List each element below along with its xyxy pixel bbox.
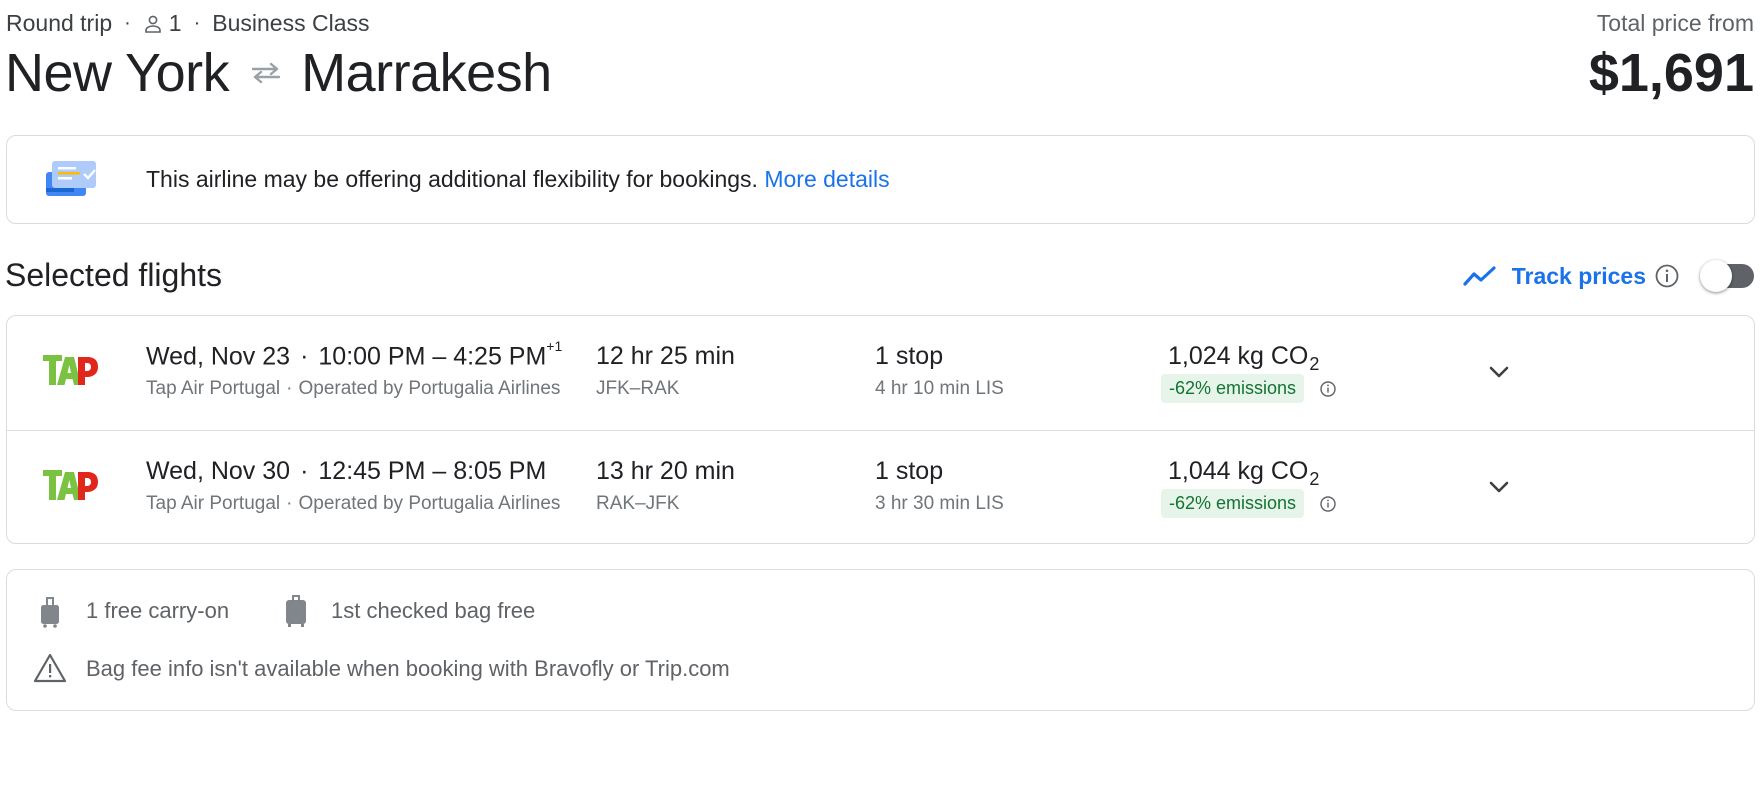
operated-by: Operated by Portugalia Airlines	[298, 378, 561, 399]
origin-city: New York	[5, 43, 230, 103]
info-icon[interactable]	[1654, 263, 1680, 289]
more-details-link[interactable]: More details	[764, 166, 889, 192]
notice-message: This airline may be offering additional …	[146, 166, 890, 193]
emissions-badge: -62% emissions	[1161, 374, 1305, 403]
separator: ·	[193, 12, 201, 34]
route-title: New York Marrakesh	[5, 42, 552, 104]
emissions-badge: -62% emissions	[1161, 489, 1305, 518]
flight-date: Wed, Nov 23	[146, 342, 291, 371]
layover-info: 4 hr 10 min LIS	[875, 378, 1004, 399]
flight-duration: 13 hr 20 min	[596, 457, 735, 485]
track-prices-toggle[interactable]	[1700, 259, 1754, 293]
toggle-knob	[1700, 260, 1732, 292]
carry-on-info: 1 free carry-on	[86, 598, 230, 623]
checked-bag-info: 1st checked bag free	[331, 598, 536, 623]
tap-logo	[43, 467, 99, 503]
carry-on-bag-icon	[37, 596, 63, 633]
flight-route: RAK–JFK	[596, 493, 680, 514]
tap-logo	[43, 352, 99, 388]
info-icon[interactable]	[1319, 380, 1337, 398]
flight-row[interactable]: Wed, Nov 23 · 10:00 PM – 4:25 PM+1 Tap Air…	[7, 316, 1754, 430]
notice-text: This airline may be offering additional …	[146, 166, 758, 192]
flexibility-notice: This airline may be offering additional …	[6, 135, 1755, 224]
selected-flights-heading: Selected flights	[5, 257, 223, 293]
trip-summary: Round trip · 1 · Business Class	[6, 10, 370, 37]
flight-date: Wed, Nov 30	[146, 457, 291, 485]
co2-subscript: 2	[1309, 469, 1320, 489]
warning-triangle-icon	[32, 652, 68, 689]
bag-fee-warning: Bag fee info isn't available when bookin…	[86, 656, 730, 681]
info-icon[interactable]	[1319, 495, 1337, 513]
person-icon	[144, 15, 161, 33]
operated-by: Operated by Portugalia Airlines	[298, 493, 561, 514]
track-prices-control: Track prices	[1462, 259, 1754, 293]
chevron-down-icon[interactable]	[1483, 471, 1515, 503]
co2-amount: 1,024 kg CO	[1168, 342, 1309, 370]
total-price: $1,691	[1588, 43, 1754, 103]
co2-value: 1,024 kg CO2	[1168, 342, 1320, 374]
swap-arrows-icon	[249, 61, 283, 85]
cabin-class: Business Class	[212, 10, 370, 36]
co2-value: 1,044 kg CO2	[1168, 457, 1320, 489]
airline-name: Tap Air Portugal	[146, 493, 281, 514]
flight-times: Wed, Nov 23 · 10:00 PM – 4:25 PM+1	[146, 338, 563, 371]
track-prices-label: Track prices	[1511, 262, 1646, 289]
chevron-down-icon[interactable]	[1483, 356, 1515, 388]
passenger-number: 1	[168, 10, 182, 36]
price-label: Total price from	[1596, 10, 1754, 36]
booking-flexibility-icon	[44, 158, 100, 205]
day-offset: +1	[546, 338, 563, 354]
stop-count: 1 stop	[875, 342, 944, 370]
airline-name: Tap Air Portugal	[146, 378, 281, 399]
flight-booking-page: Round trip · 1 · Business Class New York…	[0, 0, 1760, 808]
flight-route: JFK–RAK	[596, 378, 680, 399]
flight-time-range: 10:00 PM – 4:25 PM	[318, 342, 547, 371]
airline-info: Tap Air Portugal · Operated by Portugalia …	[146, 378, 561, 399]
flight-row[interactable]: Wed, Nov 30 · 12:45 PM – 8:05 PM Tap Air P…	[7, 430, 1754, 543]
trip-type: Round trip	[6, 10, 113, 36]
passenger-count: 1	[143, 10, 182, 37]
destination-city: Marrakesh	[301, 43, 552, 103]
baggage-info: 1 free carry-on 1st checked bag free Bag…	[6, 569, 1755, 711]
separator: ·	[124, 12, 131, 34]
flight-duration: 12 hr 25 min	[596, 342, 735, 370]
selected-flights-list: Wed, Nov 23 · 10:00 PM – 4:25 PM+1 Tap Air…	[6, 315, 1755, 544]
co2-subscript: 2	[1309, 354, 1320, 374]
stop-count: 1 stop	[875, 457, 944, 485]
checked-bag-icon	[283, 594, 309, 633]
co2-amount: 1,044 kg CO	[1168, 457, 1309, 485]
airline-info: Tap Air Portugal · Operated by Portugalia …	[146, 493, 561, 514]
flight-time-range: 12:45 PM – 8:05 PM	[318, 457, 547, 485]
trend-line-icon	[1463, 266, 1496, 286]
track-prices-button[interactable]: Track prices	[1462, 263, 1646, 290]
flight-times: Wed, Nov 30 · 12:45 PM – 8:05 PM	[146, 457, 547, 485]
layover-info: 3 hr 30 min LIS	[875, 493, 1004, 514]
